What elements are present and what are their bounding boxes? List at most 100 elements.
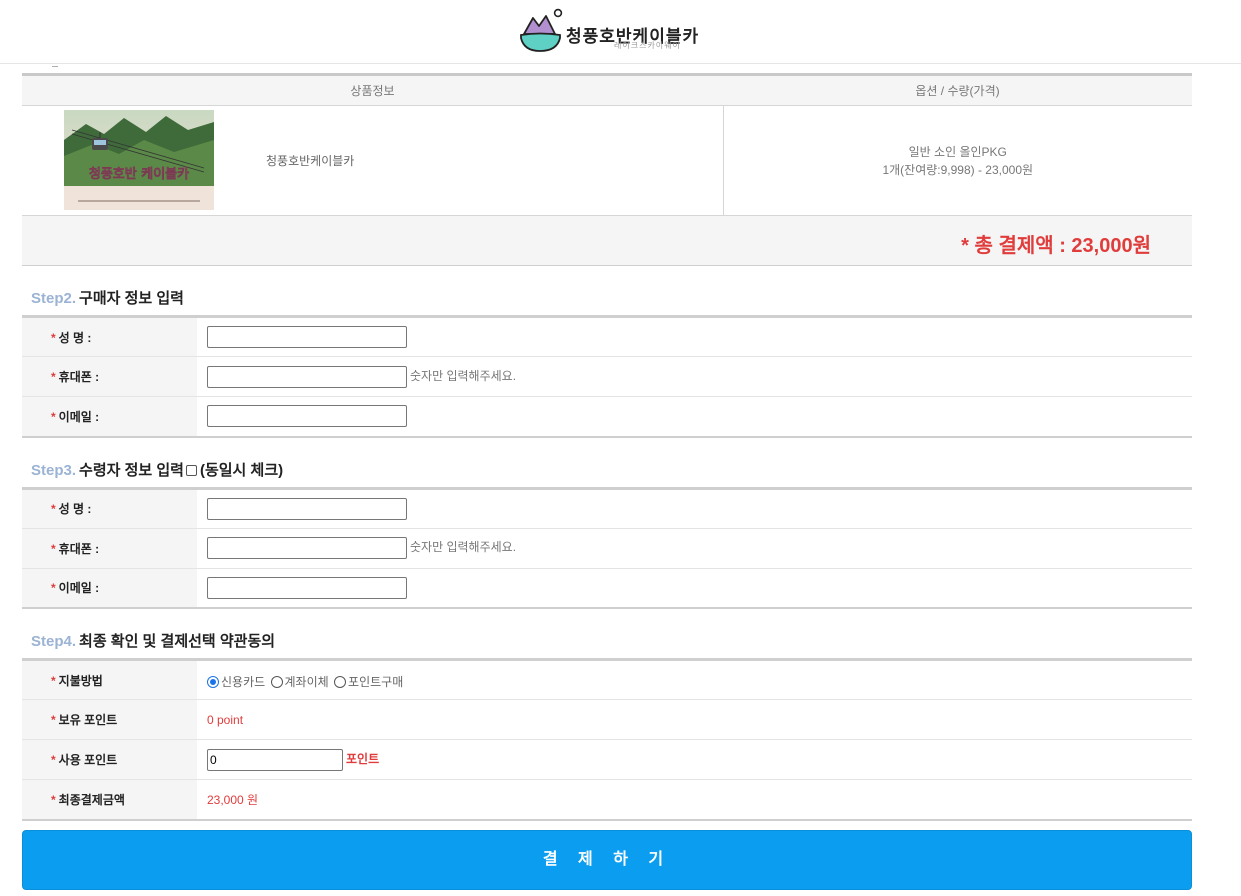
final-amount-row: * 최종결제금액 23,000 원 [22, 779, 1192, 820]
product-option: 일반 소인 올인PKG [908, 144, 1007, 159]
radio-point-purchase-label[interactable]: 포인트구매 [348, 675, 403, 689]
buyer-email-input[interactable] [207, 405, 407, 428]
product-qty-price: 1개(잔여량:9,998) - 23,000원 [882, 162, 1034, 177]
recipient-name-label-text: 성 명 : [58, 502, 92, 516]
buyer-phone-cell: 숫자만 입력해주세요. [197, 356, 1192, 397]
required-mark: * [51, 502, 56, 516]
step3-title: Step3. 수령자 정보 입력 (동일시 체크) [22, 438, 1192, 487]
recipient-phone-input[interactable] [207, 537, 407, 559]
radio-point-purchase[interactable] [334, 676, 347, 688]
product-table-header: 상품정보 옵션 / 수량(가격) [22, 74, 1192, 106]
use-points-row: *사용 포인트 포인트 [22, 739, 1192, 780]
owned-points-value: 0 point [207, 712, 244, 727]
recipient-name-label: * 성 명 : [22, 488, 197, 529]
buyer-phone-hint: 숫자만 입력해주세요. [410, 368, 517, 383]
pay-method-label: * 지불방법 [22, 659, 197, 700]
product-table: 상품정보 옵션 / 수량(가격) 청풍호반 케이블카 청풍호반케이블카 일반 소… [22, 73, 1192, 216]
recipient-email-label-text: 이메일 : [58, 581, 100, 596]
final-amount-cell: 23,000 원 [197, 780, 1192, 820]
use-points-label-text: 사용 포인트 [58, 753, 118, 767]
step2-title: Step2. 구매자 정보 입력 [22, 266, 1192, 315]
buyer-phone-label: * 휴대폰 : [22, 356, 197, 397]
step4-number: Step4. [31, 633, 77, 650]
step3-heading: 수령자 정보 입력 [79, 461, 184, 479]
owned-points-label: * 보유 포인트 [22, 699, 197, 740]
buyer-info-table: * 성 명 : * 휴대폰 : 숫자만 입력해주세요. * 이메일 : [22, 315, 1192, 438]
col-option-qty: 옵션 / 수량(가격) [723, 74, 1192, 106]
recipient-email-input[interactable] [207, 576, 407, 599]
radio-credit-card-label[interactable]: 신용카드 [221, 675, 265, 689]
recipient-name-row: * 성 명 : [22, 488, 1192, 529]
recipient-name-cell [197, 488, 1192, 529]
pay-button[interactable]: 결 제 하 기 [22, 830, 1192, 890]
final-amount-label-text: 최종결제금액 [58, 792, 125, 807]
order-form: 상품정보 옵션 / 수량(가격) 청풍호반 케이블카 청풍호반케이블카 일반 소… [22, 73, 1192, 821]
buyer-name-cell [197, 316, 1192, 357]
step2-heading: 구매자 정보 입력 [79, 290, 184, 307]
recipient-phone-hint: 숫자만 입력해주세요. [410, 540, 517, 555]
pay-method-label-text: 지불방법 [58, 673, 103, 688]
required-mark: * [51, 409, 56, 424]
step2-number: Step2. [31, 290, 77, 307]
owned-points-cell: 0 point [197, 699, 1192, 740]
recipient-phone-label-text: 휴대폰 : [58, 541, 100, 556]
use-points-label: * 사용 포인트 [22, 739, 197, 780]
buyer-phone-label-text: 휴대폰 : [58, 370, 100, 384]
required-mark: * [51, 673, 56, 688]
owned-points-row: * 보유 포인트 0 point [22, 699, 1192, 740]
buyer-name-label-text: 성 명 : [58, 330, 92, 345]
pay-method-cell: 신용카드 계좌이체 포인트구매 [197, 659, 1192, 700]
cable-car-photo-icon: 청풍호반 케이블카 [64, 110, 214, 210]
radio-credit-card[interactable] [207, 676, 219, 688]
product-name: 청풍호반케이블카 [266, 154, 355, 168]
cable-car-logo-icon [520, 8, 563, 52]
use-points-cell: 포인트 [197, 739, 1192, 780]
required-mark: * [51, 541, 56, 556]
total-amount: * 총 결제액 : 23,000원 [961, 235, 1151, 257]
buyer-name-input[interactable] [207, 326, 407, 348]
step3-number: Step3. [31, 461, 77, 479]
buyer-phone-row: * 휴대폰 : 숫자만 입력해주세요. [22, 356, 1192, 397]
required-mark: * [51, 713, 56, 727]
recipient-phone-row: * 휴대폰 : 숫자만 입력해주세요. [22, 528, 1192, 569]
required-mark: * [51, 753, 56, 767]
required-mark: * [51, 792, 56, 807]
recipient-info-table: * 성 명 : * 휴대폰 : 숫자만 입력해주세요. * 이메일 : [22, 486, 1192, 609]
buyer-phone-input[interactable] [207, 365, 407, 388]
required-mark: * [51, 370, 56, 384]
brand-logo[interactable]: 청풍호반케이블카 레이크스카이웨이 [520, 8, 720, 54]
final-amount-label: * 최종결제금액 [22, 779, 197, 820]
buyer-name-label: * 성 명 : [22, 316, 197, 357]
site-header: 청풍호반케이블카 레이크스카이웨이 [0, 0, 1241, 64]
use-points-input[interactable] [207, 748, 343, 771]
recipient-phone-label: * 휴대폰 : [22, 528, 197, 569]
product-info-cell: 청풍호반 케이블카 청풍호반케이블카 [22, 105, 724, 216]
buyer-name-row: * 성 명 : [22, 316, 1192, 357]
required-mark: * [51, 330, 56, 345]
recipient-name-input[interactable] [207, 497, 407, 520]
same-as-buyer-checkbox[interactable] [185, 464, 197, 476]
col-product-info: 상품정보 [22, 74, 723, 106]
product-thumbnail[interactable]: 청풍호반 케이블카 [64, 110, 214, 210]
required-mark: * [51, 581, 56, 596]
final-amount-value: 23,000 원 [207, 792, 259, 807]
thumbnail-caption: 청풍호반 케이블카 [89, 166, 189, 182]
product-row: 청풍호반 케이블카 청풍호반케이블카 일반 소인 올인PKG 1개(잔여량:9,… [22, 105, 1192, 216]
option-qty-cell: 일반 소인 올인PKG 1개(잔여량:9,998) - 23,000원 [723, 105, 1192, 216]
recipient-email-cell [197, 568, 1192, 608]
pay-method-row: * 지불방법 신용카드 계좌이체 포인트구매 [22, 659, 1192, 700]
radio-bank-transfer[interactable] [270, 676, 283, 688]
step4-heading: 최종 확인 및 결제선택 약관동의 [79, 633, 276, 650]
buyer-email-row: * 이메일 : [22, 396, 1192, 437]
payment-table: * 지불방법 신용카드 계좌이체 포인트구매 * 보유 포인트 0 point * 사… [22, 658, 1192, 821]
step1-title-remnant [52, 64, 58, 67]
recipient-email-row: * 이메일 : [22, 568, 1192, 608]
total-amount-row: * 총 결제액 : 23,000원 [22, 216, 1192, 266]
same-as-buyer-label[interactable]: (동일시 체크) [200, 462, 283, 479]
brand-subtitle: 레이크스카이웨이 [614, 41, 681, 50]
recipient-phone-cell: 숫자만 입력해주세요. [197, 528, 1192, 569]
radio-bank-transfer-label[interactable]: 계좌이체 [285, 675, 329, 689]
use-points-unit: 포인트 [346, 751, 380, 766]
recipient-email-label: * 이메일 : [22, 568, 197, 608]
buyer-email-label-text: 이메일 : [58, 409, 100, 424]
